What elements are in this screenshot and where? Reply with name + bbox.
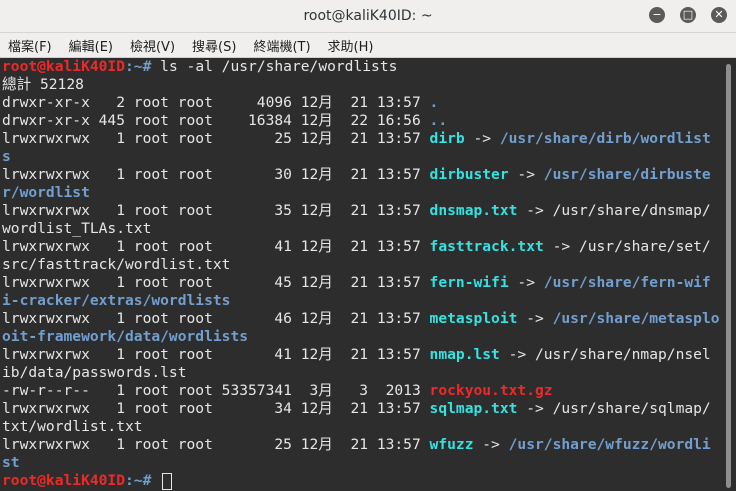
entry-name: fasttrack.txt	[429, 238, 544, 255]
scrollbar-thumb[interactable]	[726, 64, 731, 488]
listing-row: lrwxrwxrwx 1 root root 45 12月 21 13:57 f…	[0, 274, 721, 292]
entry-name: fern-wifi	[429, 274, 509, 291]
link-target: r/wordlist	[2, 184, 90, 201]
entry-info: lrwxrwxrwx 1 root root 25 12月 21 13:57	[2, 436, 430, 453]
link-target: -> /usr/share/nmap/nsel	[499, 346, 711, 363]
listing-row: drwxr-xr-x 2 root root 4096 12月 21 13:57…	[0, 94, 721, 112]
listing-row: lrwxrwxrwx 1 root root 41 12月 21 13:57 f…	[0, 238, 721, 256]
listing-row: lrwxrwxrwx 1 root root 25 12月 21 13:57 w…	[0, 436, 721, 454]
wrapped-line: wordlist_TLAs.txt	[2, 220, 152, 237]
title-bar[interactable]: root@kaliK40ID: ~ − □ ✕	[0, 0, 736, 33]
wrapped-line: i-cracker/extras/wordlists	[0, 292, 721, 310]
link-arrow: ->	[517, 310, 553, 327]
listing-row: -rw-r--r-- 1 root root 53357341 3月 3 201…	[0, 382, 721, 400]
menu-help[interactable]: 求助(H)	[324, 36, 378, 55]
command-line: root@kaliK40ID:~# ls -al /usr/share/word…	[0, 58, 721, 76]
entry-name: dnsmap.txt	[429, 202, 518, 219]
command-text: ls -al /usr/share/wordlists	[160, 58, 398, 75]
wrapped-line: oit-framework/data/wordlists	[0, 328, 721, 346]
entry-info: lrwxrwxrwx 1 root root 45 12月 21 13:57	[2, 274, 430, 291]
entry-info: lrwxrwxrwx 1 root root 41 12月 21 13:57	[2, 346, 430, 363]
link-arrow: ->	[464, 130, 500, 147]
menu-file[interactable]: 檔案(F)	[4, 36, 56, 55]
link-target: /usr/share/dirbuste	[543, 166, 711, 183]
entry-name: dirbuster	[429, 166, 509, 183]
listing-row: lrwxrwxrwx 1 root root 25 12月 21 13:57 d…	[0, 130, 721, 148]
vertical-scrollbar[interactable]	[721, 58, 736, 491]
prompt-path: :~#	[125, 58, 161, 75]
entry-name: wfuzz	[429, 436, 474, 453]
link-target: i-cracker/extras/wordlists	[2, 292, 231, 309]
entry-info: -rw-r--r-- 1 root root 53357341 3月 3 201…	[2, 382, 430, 399]
listing-row: lrwxrwxrwx 1 root root 35 12月 21 13:57 d…	[0, 202, 721, 220]
link-arrow: ->	[473, 436, 509, 453]
link-target: /usr/share/dirb/wordlist	[499, 130, 711, 147]
link-arrow: ->	[508, 166, 544, 183]
window-title: root@kaliK40ID: ~	[303, 8, 433, 24]
entry-name: metasploit	[429, 310, 518, 327]
listing-row: lrwxrwxrwx 1 root root 46 12月 21 13:57 m…	[0, 310, 721, 328]
link-target: /usr/share/wfuzz/wordli	[508, 436, 711, 453]
listing-row: lrwxrwxrwx 1 root root 30 12月 21 13:57 d…	[0, 166, 721, 184]
entry-name: nmap.lst	[429, 346, 500, 363]
listing-row: lrwxrwxrwx 1 root root 34 12月 21 13:57 s…	[0, 400, 721, 418]
link-target: /usr/share/fern-wif	[543, 274, 711, 291]
wrapped-line: st	[0, 454, 721, 472]
link-target: -> /usr/share/set/	[543, 238, 711, 255]
link-target: -> /usr/share/sqlmap/	[517, 400, 711, 417]
entry-name: dirb	[429, 130, 465, 147]
total-line: 總計 52128	[2, 76, 84, 93]
entry-name: rockyou.txt.gz	[429, 382, 553, 399]
entry-info: lrwxrwxrwx 1 root root 41 12月 21 13:57	[2, 238, 430, 255]
link-target: s	[2, 148, 11, 165]
entry-info: drwxr-xr-x 2 root root 4096 12月 21 13:57	[2, 94, 430, 111]
entry-info: lrwxrwxrwx 1 root root 34 12月 21 13:57	[2, 400, 430, 417]
wrapped-line: txt/wordlist.txt	[2, 418, 143, 435]
entry-info: lrwxrwxrwx 1 root root 30 12月 21 13:57	[2, 166, 430, 183]
listing-row: drwxr-xr-x 445 root root 16384 12月 22 16…	[0, 112, 721, 130]
minimize-icon[interactable]: −	[649, 7, 665, 23]
entry-info: lrwxrwxrwx 1 root root 46 12月 21 13:57	[2, 310, 430, 327]
entry-name: .	[429, 94, 439, 111]
link-target: st	[2, 454, 20, 471]
wrapped-line: r/wordlist	[0, 184, 721, 202]
entry-info: drwxr-xr-x 445 root root 16384 12月 22 16…	[2, 112, 430, 129]
link-arrow: ->	[508, 274, 544, 291]
terminal-window: root@kaliK40ID: ~ − □ ✕ 檔案(F) 編輯(E) 檢視(V…	[0, 0, 736, 491]
wrapped-line: ib/data/passwords.lst	[2, 364, 187, 381]
wrapped-line: src/fasttrack/wordlist.txt	[2, 256, 231, 273]
prompt-user-host: root@kaliK40ID	[2, 58, 126, 75]
maximize-icon[interactable]: □	[680, 7, 696, 23]
terminal-output[interactable]: root@kaliK40ID:~# ls -al /usr/share/word…	[0, 58, 721, 491]
entry-name: sqlmap.txt	[429, 400, 518, 417]
listing-row: lrwxrwxrwx 1 root root 41 12月 21 13:57 n…	[0, 346, 721, 364]
entry-info: lrwxrwxrwx 1 root root 35 12月 21 13:57	[2, 202, 430, 219]
menu-edit[interactable]: 編輯(E)	[65, 36, 117, 55]
link-target: /usr/share/metasplo	[552, 310, 720, 327]
close-icon[interactable]: ✕	[711, 7, 727, 23]
active-prompt-line[interactable]: root@kaliK40ID:~#	[0, 472, 721, 490]
menu-view[interactable]: 檢視(V)	[126, 36, 179, 55]
wrapped-line: s	[0, 148, 721, 166]
menu-terminal[interactable]: 終端機(T)	[249, 36, 314, 55]
menu-bar: 檔案(F) 編輯(E) 檢視(V) 搜尋(S) 終端機(T) 求助(H)	[0, 33, 736, 58]
prompt-user-host: root@kaliK40ID	[2, 472, 126, 489]
link-target: -> /usr/share/dnsmap/	[517, 202, 711, 219]
entry-info: lrwxrwxrwx 1 root root 25 12月 21 13:57	[2, 130, 430, 147]
text-cursor	[162, 472, 173, 490]
prompt-path: :~#	[125, 472, 161, 489]
link-target: oit-framework/data/wordlists	[2, 328, 249, 345]
menu-search[interactable]: 搜尋(S)	[188, 36, 240, 55]
entry-name: ..	[429, 112, 448, 129]
